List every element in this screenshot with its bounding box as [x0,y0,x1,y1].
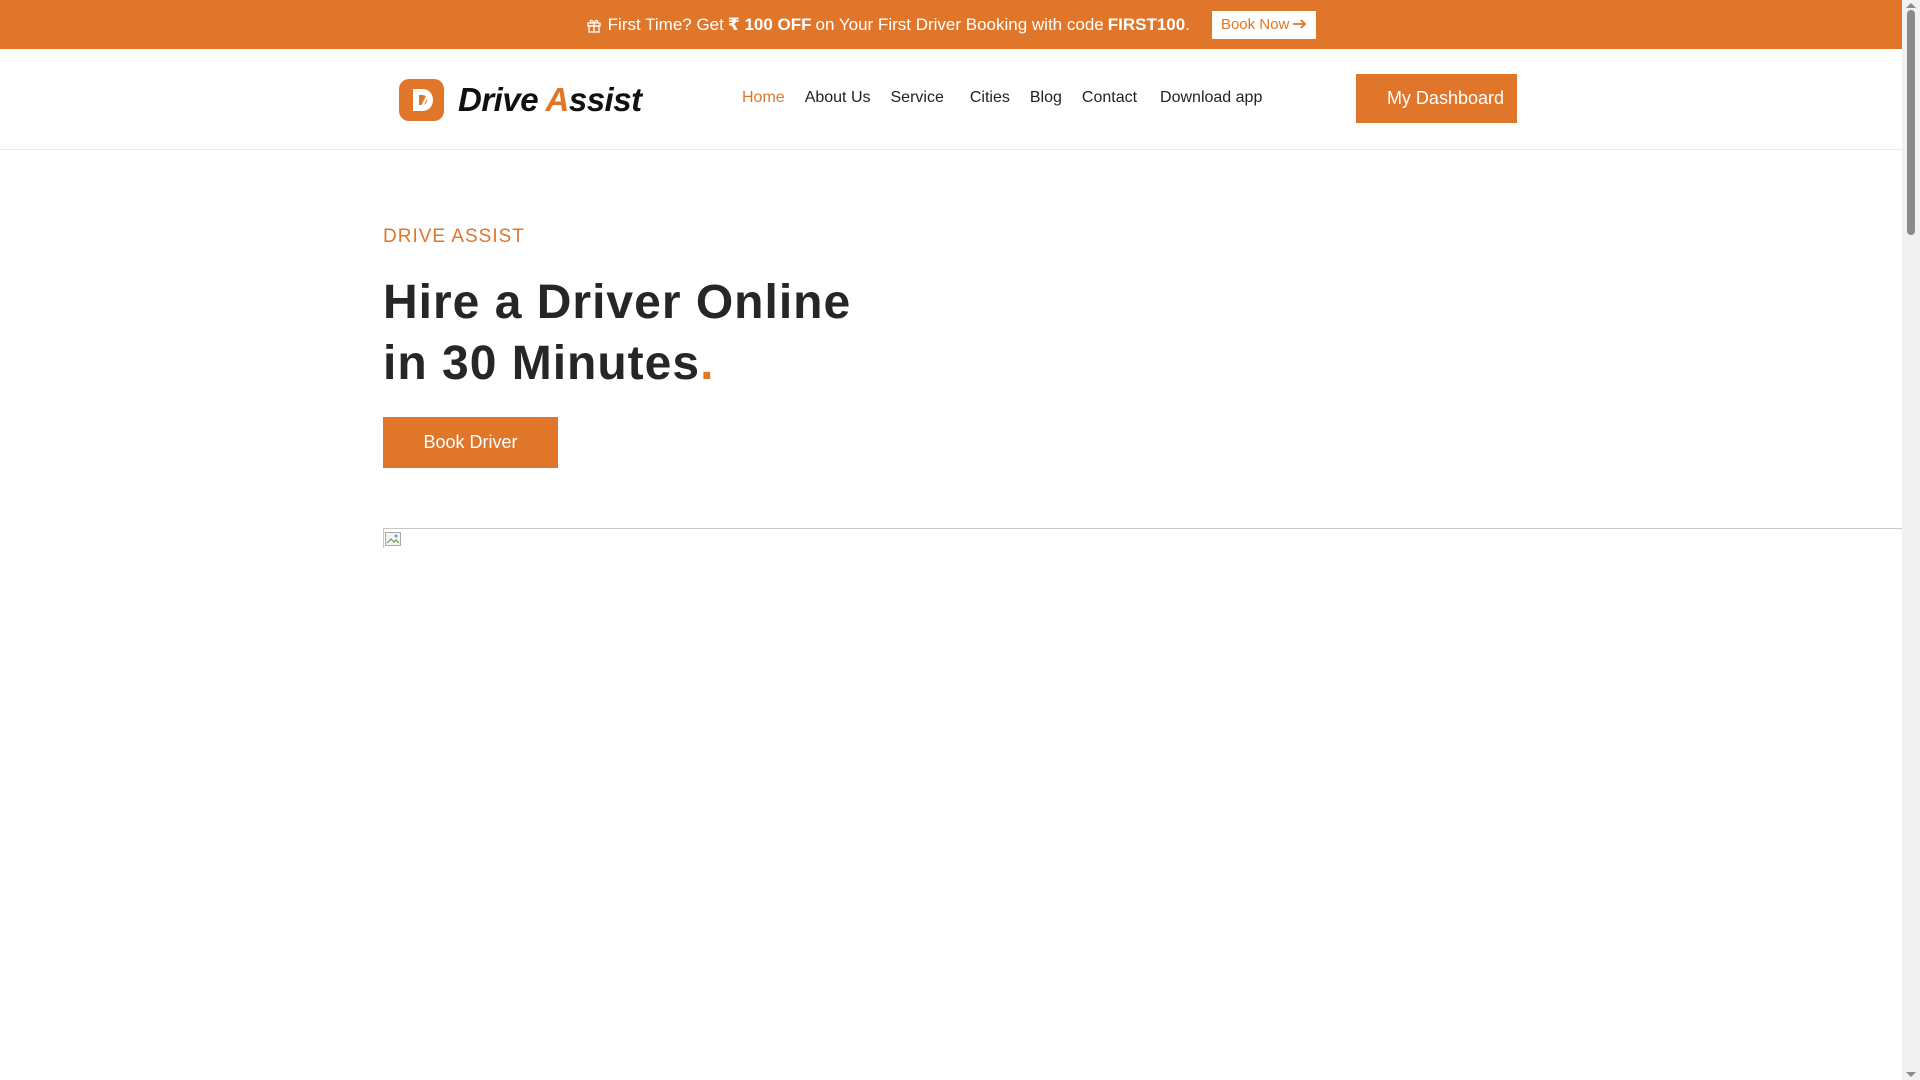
logo[interactable]: Drive Assist [399,79,642,121]
promo-code: FIRST100 [1107,14,1186,34]
headline-line-2: in 30 Minutes [383,337,701,390]
nav-item-cities[interactable]: Cities [970,89,1010,107]
hero-headline: Hire a Driver Online in 30 Minutes. [383,272,851,394]
logo-text-part2: ssist [568,81,642,118]
my-dashboard-button[interactable]: My Dashboard [1356,74,1517,123]
page-scrollbar[interactable] [1902,0,1920,1080]
nav-item-about-us[interactable]: About Us [805,89,871,107]
arrow-right-icon [1293,16,1307,33]
headline-dot: . [700,337,715,390]
promo-text-suffix: . [1185,14,1190,34]
hero-eyebrow: DRIVE ASSIST [383,226,525,247]
promo-text-prefix: First Time? Get [607,14,724,34]
logo-text: Drive Assist [458,81,642,119]
gift-icon [586,17,602,33]
nav-item-home[interactable]: Home [742,89,785,107]
logo-text-accent: A [545,81,570,118]
scroll-down-icon[interactable] [1906,1072,1916,1077]
scrollbar-thumb[interactable] [1907,10,1915,235]
scroll-up-icon[interactable] [1906,3,1916,8]
promo-discount: ₹ 100 OFF [728,15,812,35]
book-driver-button[interactable]: Book Driver [383,417,558,468]
nav-item-contact[interactable]: Contact [1082,89,1137,107]
hero-section: DRIVE ASSIST Hire a Driver Online in 30 … [383,226,851,468]
headline-line-1: Hire a Driver Online [383,276,852,329]
site-header: Drive Assist Home About Us Service Citie… [0,49,1902,150]
promo-discount-value: 100 OFF [744,14,812,34]
book-now-button[interactable]: Book Now [1211,10,1317,39]
logo-icon [399,79,444,121]
broken-image-icon [385,532,403,553]
nav-item-blog[interactable]: Blog [1030,89,1062,107]
book-now-label: Book Now [1220,16,1290,33]
promo-text-middle: on Your First Driver Booking with code [815,14,1104,34]
currency-symbol: ₹ [727,14,740,34]
nav-item-service[interactable]: Service [891,89,944,107]
logo-text-part1: Drive [458,81,546,118]
main-nav: Home About Us Service Cities Blog Contac… [742,89,1282,107]
nav-item-download-app[interactable]: Download app [1160,89,1262,107]
promo-banner: First Time? Get ₹ 100 OFF on Your First … [0,0,1902,49]
hero-image [383,528,1902,548]
